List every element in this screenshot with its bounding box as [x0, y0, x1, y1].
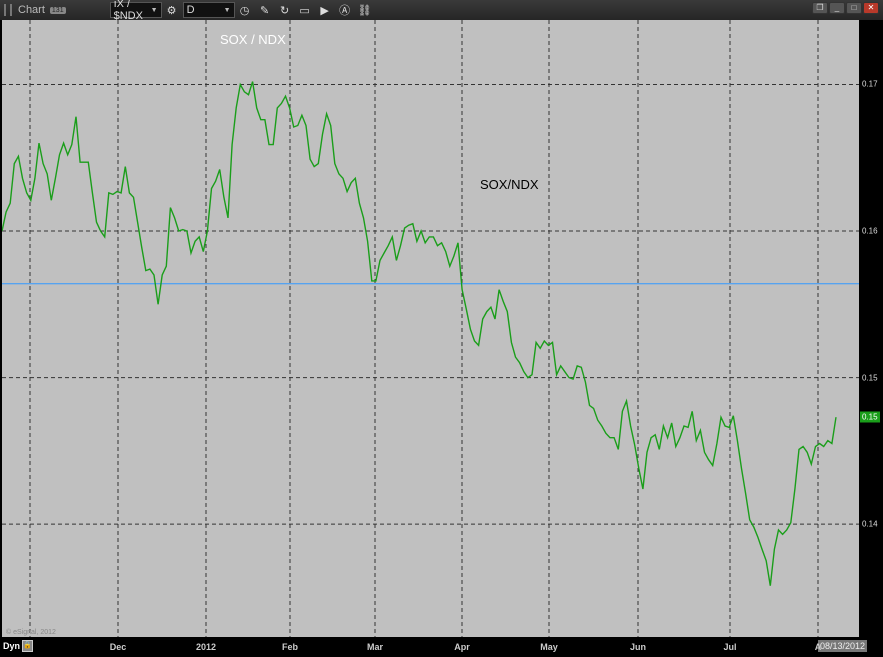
cursor-date-label: 08/13/2012 [818, 640, 868, 652]
x-tick-label: Jun [629, 642, 647, 652]
restore-button[interactable]: ❐ [812, 2, 828, 14]
chart-plot-area[interactable]: SOX / NDX SOX/NDX © eSignal, 2012 [2, 20, 859, 637]
chevron-down-icon[interactable]: ▼ [151, 7, 158, 14]
play-icon[interactable]: ▶ [317, 2, 333, 18]
y-tick-label: 0.16 [862, 226, 878, 236]
sox-ndx-series-line [2, 81, 837, 586]
y-axis[interactable]: 0.17 0.16 0.15 0.14 0.15 [859, 20, 883, 637]
lock-icon[interactable]: 🔒 [22, 640, 33, 652]
symbol-input[interactable]: ıX / $NDX ▼ [109, 0, 162, 22]
dyn-mode-label[interactable]: Dyn [3, 641, 20, 651]
link-icon[interactable]: ⛓ [357, 2, 373, 18]
y-tick-label: 0.17 [862, 79, 878, 89]
drag-handle[interactable] [4, 4, 12, 16]
y-tick-label: 0.14 [862, 519, 878, 529]
template-icon[interactable]: ▭ [297, 2, 313, 18]
chart-title: SOX / NDX [220, 32, 286, 47]
pencil-icon[interactable]: ✎ [257, 2, 273, 18]
chevron-down-icon[interactable]: ▼ [224, 7, 231, 14]
chart-annotation: SOX/NDX [480, 177, 539, 192]
settings-icon[interactable]: ⚙ [164, 2, 180, 18]
close-button[interactable]: ✕ [863, 2, 879, 14]
clock-icon[interactable]: ◷ [237, 2, 253, 18]
interval-input[interactable]: D ▼ [182, 2, 235, 18]
refresh-icon[interactable]: ↻ [277, 2, 293, 18]
chart-toolbar: Chart 131 ıX / $NDX ▼ ⚙ D ▼ ◷ ✎ ↻ ▭ ▶ Ⓐ ⛓ … [0, 0, 883, 22]
x-tick-label: Dec [109, 642, 127, 652]
x-axis[interactable]: Dyn 🔒 08/13/2012 Dec 2012 Feb Mar Apr May Jun J… [0, 637, 883, 657]
x-tick-label: Apr [454, 642, 470, 652]
current-value-label: 0.15 [860, 411, 880, 423]
minimize-button[interactable]: _ [829, 2, 845, 14]
interval-value: D [186, 4, 195, 16]
x-tick-label: May [540, 642, 558, 652]
x-tick-label: 2012 [195, 642, 217, 652]
maximize-button[interactable]: □ [846, 2, 862, 14]
x-tick-label: Mar [366, 642, 384, 652]
link-badge[interactable]: 131 [49, 6, 66, 14]
alert-icon[interactable]: Ⓐ [337, 2, 353, 18]
x-tick-label: A [814, 642, 822, 652]
watermark: © eSignal, 2012 [6, 629, 56, 636]
price-chart [2, 20, 859, 637]
y-tick-label: 0.15 [862, 373, 878, 383]
window-title: Chart [18, 4, 45, 16]
x-tick-label: Feb [281, 642, 299, 652]
x-tick-label: Jul [723, 642, 737, 652]
